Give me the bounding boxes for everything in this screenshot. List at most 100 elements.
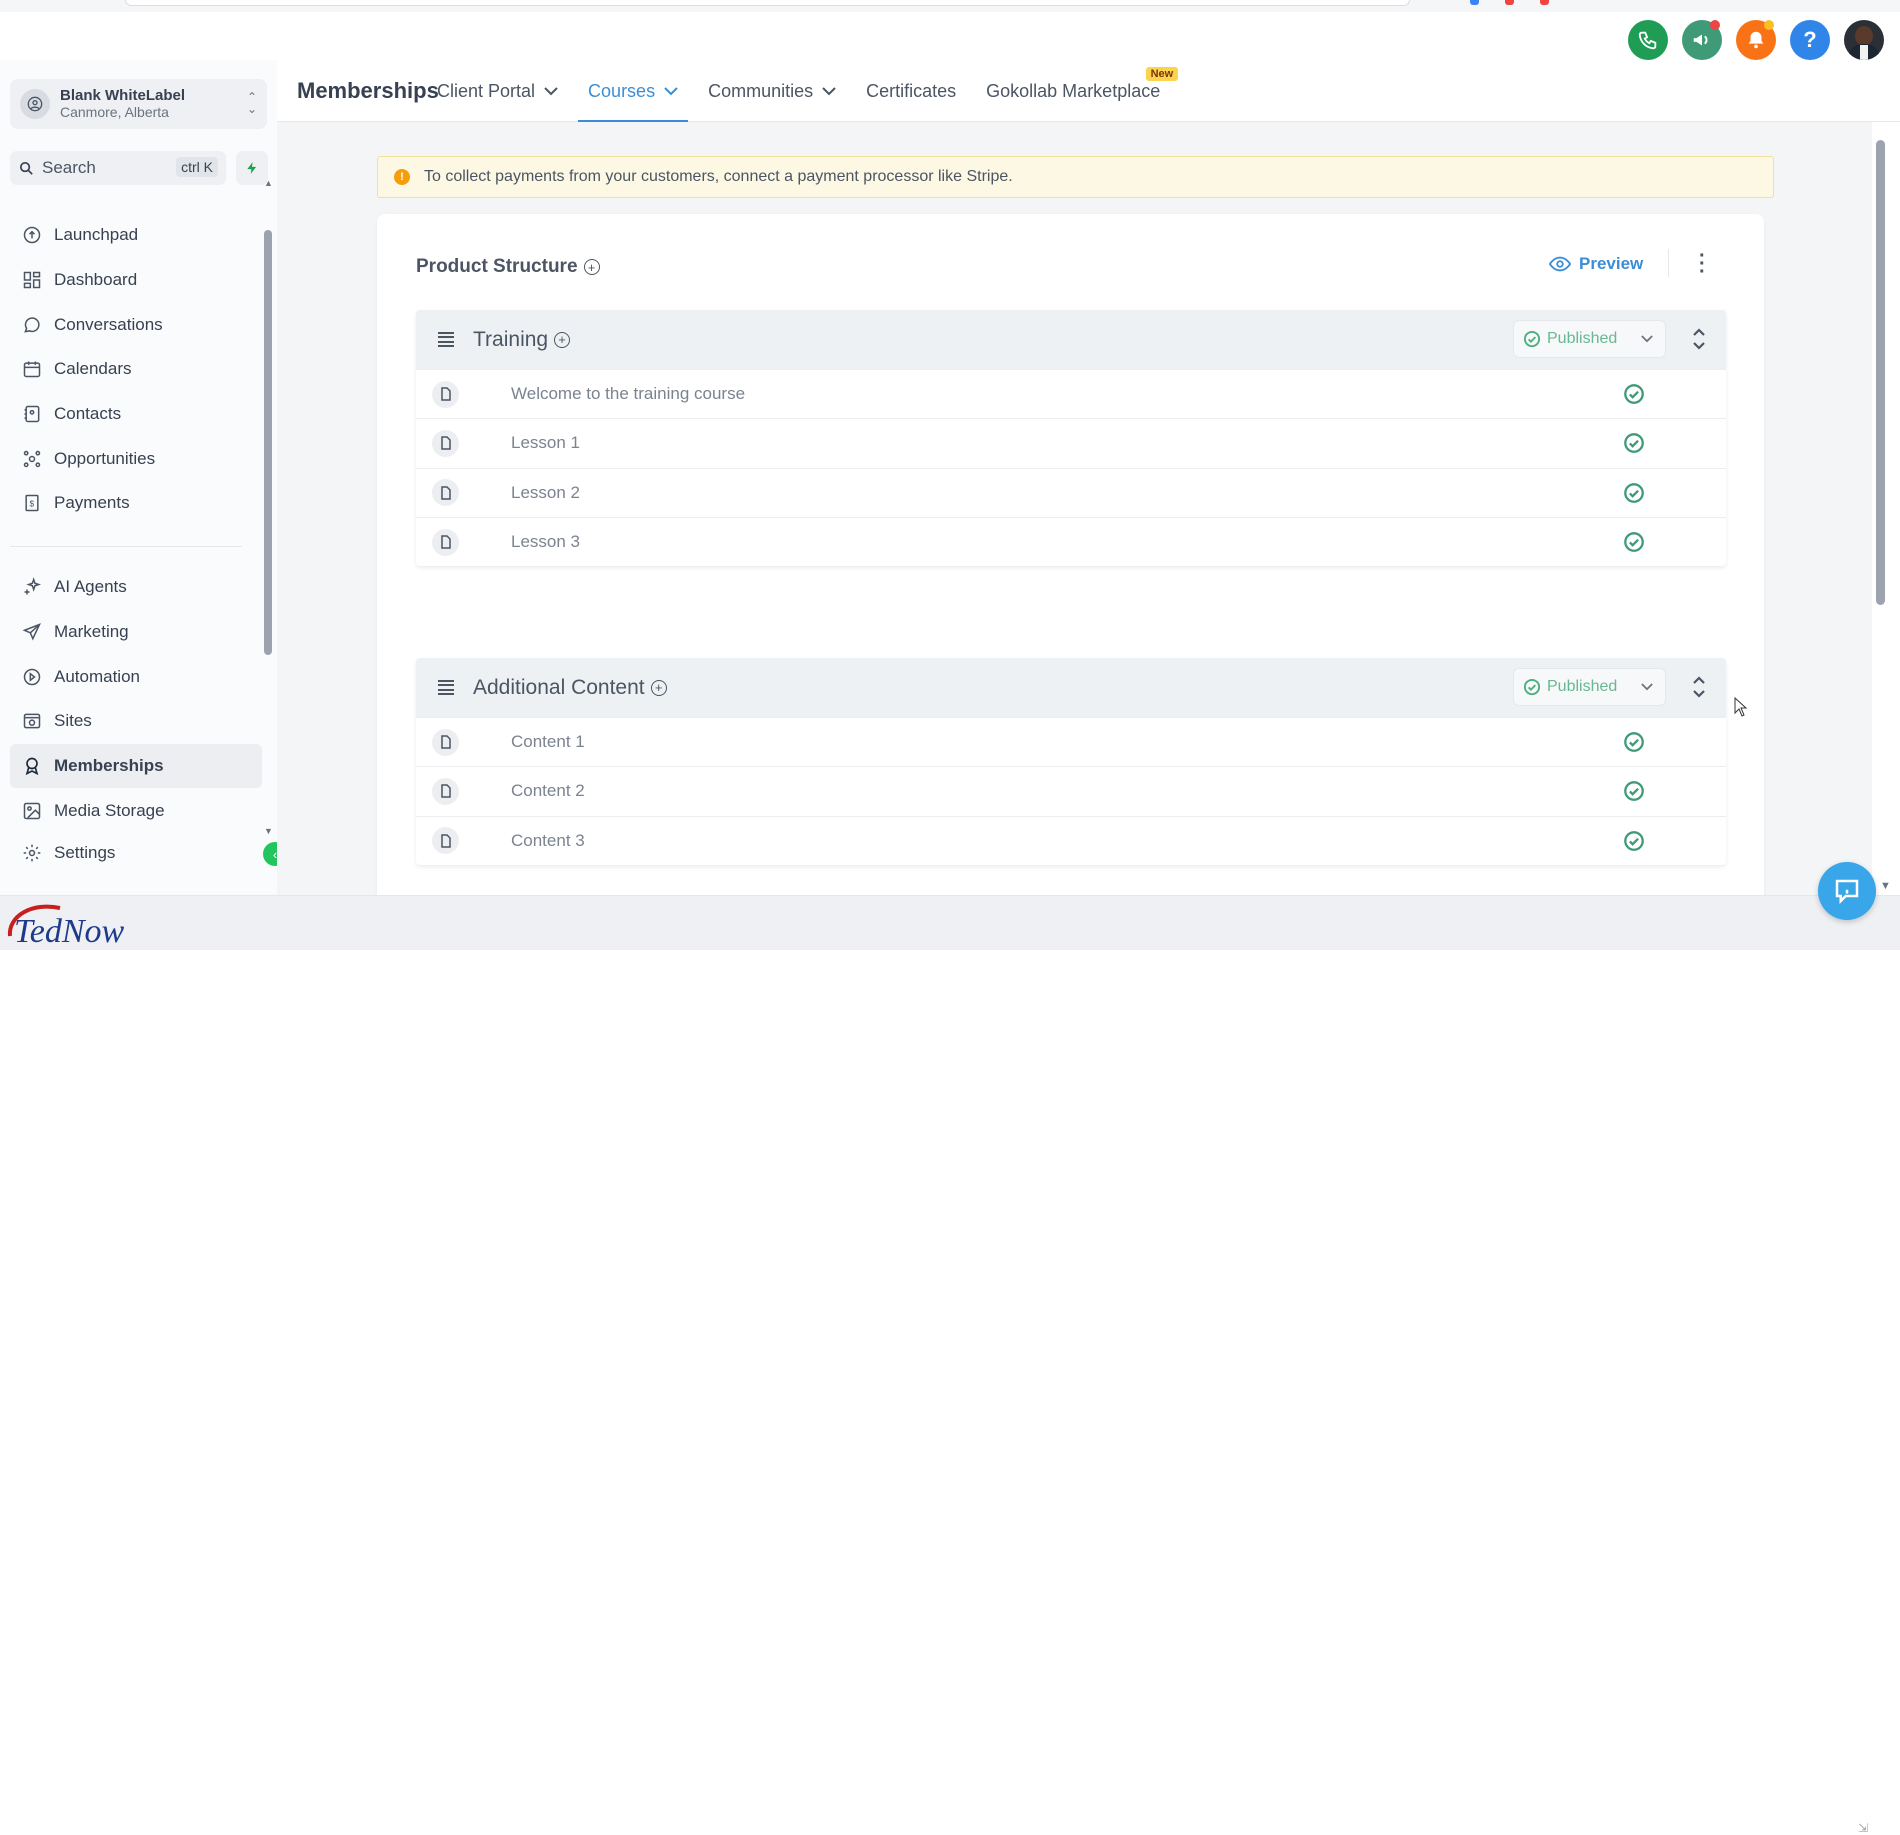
- lesson-title: Content 3: [511, 830, 585, 850]
- sidebar-item-calendars[interactable]: Calendars: [10, 347, 262, 392]
- tab-marketplace[interactable]: Gokollab Marketplace New: [976, 60, 1179, 122]
- drag-handle-icon[interactable]: [438, 678, 454, 698]
- sidebar-scroll-down[interactable]: ▼: [264, 826, 273, 836]
- document-icon: [432, 380, 459, 408]
- logo-text: TedNow: [14, 913, 125, 948]
- status-dropdown[interactable]: Published: [1513, 320, 1666, 358]
- dashboard-icon: [21, 269, 43, 291]
- lesson-row[interactable]: Lesson 3: [416, 516, 1726, 566]
- document-icon: [432, 528, 459, 556]
- sidebar-item-dashboard[interactable]: Dashboard: [10, 258, 262, 303]
- chevron-down-icon: [822, 86, 836, 95]
- section-title-text: Additional Content: [473, 675, 645, 699]
- sidebar-item-sites[interactable]: Sites: [10, 699, 262, 744]
- chevron-down-icon: [1641, 683, 1653, 691]
- lesson-row[interactable]: Lesson 2: [416, 467, 1726, 517]
- section-header: Additional Content + Published: [416, 658, 1726, 717]
- sidebar-item-label: Launchpad: [54, 225, 139, 245]
- lesson-row[interactable]: Welcome to the training course: [416, 369, 1726, 418]
- sidebar-item-payments[interactable]: $ Payments: [10, 481, 262, 526]
- search-icon: [19, 161, 33, 175]
- top-navigation: Memberships Client Portal Courses Commun…: [277, 60, 1900, 122]
- tab-certificates[interactable]: Certificates: [856, 60, 966, 122]
- account-switcher[interactable]: Blank WhiteLabel Canmore, Alberta ⌃ ⌄: [10, 79, 267, 129]
- sidebar-item-conversations[interactable]: Conversations: [10, 302, 262, 347]
- page-scrollbar[interactable]: [1876, 140, 1885, 605]
- sidebar-item-memberships[interactable]: Memberships: [10, 743, 262, 789]
- eye-icon: [1549, 256, 1571, 272]
- user-avatar[interactable]: [1844, 20, 1884, 60]
- chevron-down-icon: [664, 86, 678, 95]
- sidebar-item-contacts[interactable]: Contacts: [10, 392, 262, 437]
- tab-client-portal[interactable]: Client Portal: [427, 60, 568, 122]
- chat-widget-button[interactable]: [1818, 862, 1876, 920]
- megaphone-icon[interactable]: [1682, 20, 1722, 60]
- sidebar-item-label: Automation: [54, 666, 140, 686]
- sidebar-item-launchpad[interactable]: Launchpad: [10, 213, 262, 258]
- add-circle-icon[interactable]: +: [650, 679, 667, 696]
- footer-bar: TedNow ⇲: [0, 895, 1900, 1835]
- expand-collapse-icon[interactable]: [1692, 327, 1706, 354]
- check-circle-icon: [1624, 532, 1644, 552]
- calendar-icon: [21, 358, 43, 380]
- tab-label: Gokollab Marketplace: [986, 80, 1161, 101]
- document-icon: [432, 479, 459, 507]
- lesson-row[interactable]: Content 1: [416, 717, 1726, 766]
- section-header: Training + Published: [416, 310, 1726, 369]
- add-circle-icon[interactable]: +: [554, 331, 571, 348]
- alert-text: To collect payments from your customers,…: [424, 168, 1013, 185]
- sidebar-item-label: Sites: [54, 711, 92, 731]
- sidebar-scroll-up[interactable]: ▲: [264, 178, 273, 188]
- bell-icon[interactable]: [1736, 20, 1776, 60]
- lesson-row[interactable]: Content 2: [416, 766, 1726, 815]
- notification-dot: [1764, 20, 1774, 30]
- lesson-row[interactable]: Lesson 1: [416, 418, 1726, 467]
- chevron-down-icon: [544, 86, 558, 95]
- lesson-title: Lesson 2: [511, 482, 580, 502]
- expand-collapse-icon[interactable]: [1692, 675, 1706, 702]
- help-icon[interactable]: ?: [1790, 20, 1830, 60]
- drag-handle-icon[interactable]: [438, 330, 454, 350]
- sidebar-item-label: Settings: [54, 842, 116, 862]
- document-icon: [432, 777, 459, 805]
- section-training: Training + Published Welcome to the trai…: [416, 310, 1726, 567]
- lesson-row[interactable]: Content 3: [416, 815, 1726, 865]
- opportunities-icon: [21, 448, 43, 470]
- section-additional-content: Additional Content + Published Content 1: [416, 658, 1726, 865]
- lesson-title: Lesson 1: [511, 433, 580, 453]
- sidebar-item-marketing[interactable]: Marketing: [10, 610, 262, 655]
- bolt-icon: [247, 162, 257, 174]
- phone-icon[interactable]: [1628, 20, 1668, 60]
- search-input[interactable]: Search ctrl K: [10, 151, 226, 185]
- tab-bar: Client Portal Courses Communities Certif…: [427, 60, 1180, 122]
- tab-communities[interactable]: Communities: [698, 60, 846, 122]
- sidebar-item-label: Opportunities: [54, 448, 156, 468]
- lesson-title: Welcome to the training course: [511, 384, 746, 404]
- sidebar-item-media-storage[interactable]: Media Storage: [10, 788, 262, 833]
- sidebar-item-settings[interactable]: Settings: [10, 833, 262, 872]
- sidebar-item-opportunities[interactable]: Opportunities: [10, 436, 262, 481]
- sidebar-item-automation[interactable]: Automation: [10, 654, 262, 699]
- contacts-icon: [21, 403, 43, 425]
- sidebar-scrollbar[interactable]: [264, 230, 272, 655]
- sidebar-item-ai-agents[interactable]: AI Agents: [10, 565, 262, 610]
- browser-top-strip: [0, 0, 1900, 12]
- document-icon: [432, 728, 459, 756]
- sidebar-item-label: Memberships: [54, 756, 164, 776]
- preview-label: Preview: [1579, 254, 1644, 273]
- chat-dropdown-icon[interactable]: ▼: [1880, 880, 1891, 892]
- notification-dot: [1710, 20, 1720, 30]
- tab-label: Client Portal: [437, 80, 536, 101]
- sidebar-item-label: AI Agents: [54, 577, 127, 597]
- product-structure-heading: Product Structure +: [416, 256, 600, 278]
- tab-label: Courses: [588, 80, 656, 101]
- address-bar-edge: [125, 0, 1410, 6]
- account-location: Canmore, Alberta: [60, 104, 169, 120]
- more-options-icon[interactable]: · · ·: [1699, 246, 1706, 282]
- status-dropdown[interactable]: Published: [1513, 668, 1666, 706]
- preview-button[interactable]: Preview: [1549, 254, 1643, 274]
- tab-courses[interactable]: Courses: [578, 60, 689, 122]
- sidebar-nav-bottom: AI Agents Marketing Automation Sites Mem…: [10, 565, 262, 872]
- section-title: Training +: [473, 328, 571, 352]
- add-circle-icon[interactable]: +: [583, 259, 600, 275]
